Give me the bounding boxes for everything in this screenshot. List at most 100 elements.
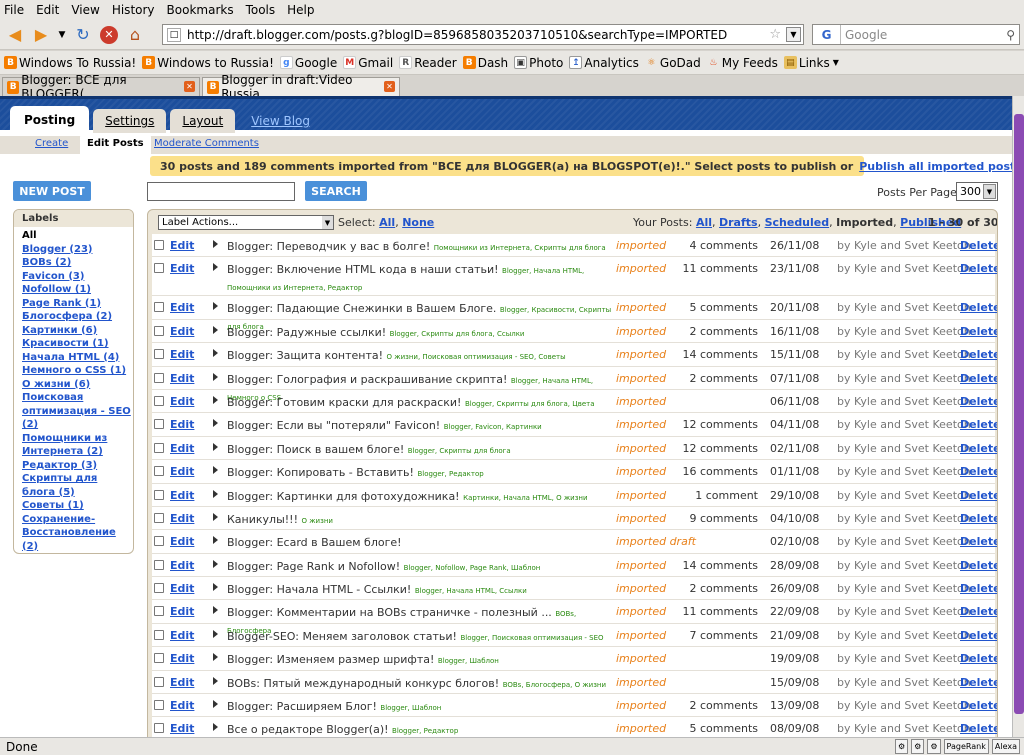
edit-link[interactable]: Edit bbox=[170, 348, 194, 361]
expand-arrow-icon[interactable] bbox=[213, 395, 218, 404]
label-item[interactable]: Немного о CSS (1) bbox=[22, 364, 133, 378]
delete-link[interactable]: Delete bbox=[960, 722, 997, 735]
search-button[interactable]: SEARCH bbox=[305, 181, 367, 201]
edit-link[interactable]: Edit bbox=[170, 629, 194, 642]
edit-link[interactable]: Edit bbox=[170, 372, 194, 385]
comment-count[interactable]: 11 comments bbox=[683, 605, 759, 618]
label-item[interactable]: Редактор (3) bbox=[22, 459, 133, 473]
expand-arrow-icon[interactable] bbox=[213, 676, 218, 685]
comment-count[interactable]: 5 comments bbox=[690, 301, 759, 314]
label-link[interactable]: Советы (1) bbox=[22, 500, 84, 511]
menu-file[interactable]: File bbox=[4, 3, 24, 17]
edit-link[interactable]: Edit bbox=[170, 605, 194, 618]
history-dropdown-icon[interactable]: ▼ bbox=[56, 24, 68, 46]
label-item[interactable]: Советы (1) bbox=[22, 499, 133, 513]
expand-arrow-icon[interactable] bbox=[213, 240, 218, 248]
delete-link[interactable]: Delete bbox=[960, 301, 997, 314]
edit-link[interactable]: Edit bbox=[170, 489, 194, 502]
post-checkbox[interactable] bbox=[154, 263, 164, 274]
filter-scheduled-link[interactable]: Scheduled bbox=[765, 216, 830, 229]
edit-link[interactable]: Edit bbox=[170, 262, 194, 275]
post-checkbox[interactable] bbox=[154, 349, 164, 360]
posts-per-page-select[interactable]: 300 ▼ bbox=[956, 182, 998, 201]
label-link[interactable]: О жизни (6) bbox=[22, 379, 90, 390]
delete-link[interactable]: Delete bbox=[960, 582, 997, 595]
bookmark-item[interactable]: g Google bbox=[279, 56, 337, 70]
expand-arrow-icon[interactable] bbox=[213, 653, 218, 662]
reload-icon[interactable]: ↻ bbox=[72, 24, 94, 46]
label-link[interactable]: Картинки (6) bbox=[22, 325, 97, 336]
forward-arrow-icon[interactable]: ▶ bbox=[30, 24, 52, 46]
expand-arrow-icon[interactable] bbox=[213, 583, 218, 592]
edit-link[interactable]: Edit bbox=[170, 395, 194, 408]
delete-link[interactable]: Delete bbox=[960, 239, 997, 252]
post-checkbox[interactable] bbox=[154, 419, 164, 430]
expand-arrow-icon[interactable] bbox=[213, 442, 218, 451]
subtab-moderate[interactable]: Moderate Comments bbox=[154, 138, 259, 149]
label-item[interactable]: Картинки (6) bbox=[22, 324, 133, 338]
filter-all-link[interactable]: All bbox=[696, 216, 712, 229]
label-item[interactable]: Ссылки (2) bbox=[22, 553, 133, 554]
post-checkbox[interactable] bbox=[154, 676, 164, 687]
comment-count[interactable]: 4 comments bbox=[690, 239, 759, 252]
post-checkbox[interactable] bbox=[154, 536, 164, 547]
edit-link[interactable]: Edit bbox=[170, 582, 194, 595]
subtab-create-link[interactable]: Create bbox=[35, 138, 68, 149]
label-link[interactable]: Немного о CSS (1) bbox=[22, 365, 126, 376]
edit-link[interactable]: Edit bbox=[170, 465, 194, 478]
bookmark-item[interactable]: ↥ Analytics bbox=[569, 56, 639, 70]
menu-tools[interactable]: Tools bbox=[246, 3, 276, 17]
bookmark-item[interactable]: ▣ Photo bbox=[514, 56, 563, 70]
expand-arrow-icon[interactable] bbox=[213, 606, 218, 615]
edit-link[interactable]: Edit bbox=[170, 699, 194, 712]
delete-link[interactable]: Delete bbox=[960, 652, 997, 665]
label-link[interactable]: Сохранение-Восстановление (2) bbox=[22, 514, 116, 552]
delete-link[interactable]: Delete bbox=[960, 535, 997, 548]
post-checkbox[interactable] bbox=[154, 372, 164, 383]
google-engine-icon[interactable]: G bbox=[813, 25, 841, 44]
expand-arrow-icon[interactable] bbox=[213, 489, 218, 498]
expand-arrow-icon[interactable] bbox=[213, 466, 218, 475]
search-input[interactable] bbox=[147, 182, 295, 201]
comment-count[interactable]: 2 comments bbox=[690, 325, 759, 338]
edit-link[interactable]: Edit bbox=[170, 239, 194, 252]
post-checkbox[interactable] bbox=[154, 700, 164, 711]
edit-link[interactable]: Edit bbox=[170, 676, 194, 689]
label-link[interactable]: Блогосфера (2) bbox=[22, 311, 112, 322]
subtab-edit-posts[interactable]: Edit Posts bbox=[80, 134, 151, 154]
post-checkbox[interactable] bbox=[154, 466, 164, 477]
expand-arrow-icon[interactable] bbox=[213, 512, 218, 521]
label-link[interactable]: Favicon (3) bbox=[22, 271, 84, 282]
label-item[interactable]: Скрипты для блога (5) bbox=[22, 472, 133, 499]
delete-link[interactable]: Delete bbox=[960, 489, 997, 502]
post-checkbox[interactable] bbox=[154, 583, 164, 594]
label-item[interactable]: Блогосфера (2) bbox=[22, 310, 133, 324]
label-link[interactable]: Page Rank (1) bbox=[22, 298, 101, 309]
search-icon[interactable]: ⚲ bbox=[1006, 28, 1015, 42]
bookmark-item[interactable]: B Windows To Russia! bbox=[4, 56, 136, 70]
delete-link[interactable]: Delete bbox=[960, 676, 997, 689]
bookmark-star-icon[interactable]: ☆ bbox=[769, 27, 781, 42]
comment-count[interactable]: 2 comments bbox=[690, 372, 759, 385]
bookmark-item[interactable]: R Reader bbox=[399, 56, 457, 70]
post-checkbox[interactable] bbox=[154, 629, 164, 640]
expand-arrow-icon[interactable] bbox=[213, 372, 218, 381]
comment-count[interactable]: 1 comment bbox=[695, 489, 758, 502]
label-item[interactable]: Поисковая оптимизация - SEO (2) bbox=[22, 391, 133, 432]
label-item[interactable]: Красивости (1) bbox=[22, 337, 133, 351]
label-link[interactable]: Красивости (1) bbox=[22, 338, 109, 349]
publish-all-link[interactable]: Publish all imported posts bbox=[859, 160, 1012, 173]
label-link[interactable]: Скрипты для блога (5) bbox=[22, 473, 97, 498]
close-icon[interactable]: ✕ bbox=[184, 81, 195, 92]
label-item[interactable]: Favicon (3) bbox=[22, 270, 133, 284]
close-icon[interactable]: ✕ bbox=[384, 81, 395, 92]
label-link[interactable]: Помощники из Интернета (2) bbox=[22, 433, 107, 458]
label-item[interactable]: Помощники из Интернета (2) bbox=[22, 432, 133, 459]
comment-count[interactable]: 16 comments bbox=[683, 465, 759, 478]
addon-icon[interactable]: ⚙ bbox=[927, 739, 941, 754]
post-checkbox[interactable] bbox=[154, 240, 164, 250]
bookmark-item[interactable]: B Dash bbox=[462, 56, 508, 70]
label-item[interactable]: Начала HTML (4) bbox=[22, 351, 133, 365]
menu-edit[interactable]: Edit bbox=[36, 3, 59, 17]
post-checkbox[interactable] bbox=[154, 489, 164, 500]
